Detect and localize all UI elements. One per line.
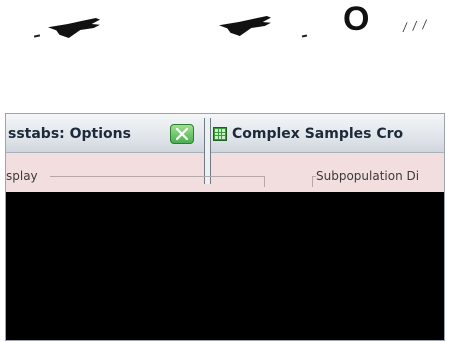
grid-table-icon [213,127,227,141]
subpopulation-group-label: Subpopulation Di [316,169,420,183]
small-dash-icon [301,34,308,38]
close-x-icon [175,127,189,141]
glue-bottle-icon [219,16,271,36]
window-divider [204,118,211,184]
small-dash-icon [33,34,41,38]
display-group-label: splay [6,169,40,183]
complex-samples-tab-label[interactable]: Complex Samples Cro [232,126,403,142]
letter-o-glyph: O [343,0,370,38]
redacted-region [6,192,444,340]
dots-glyph: ⁄ ⁄ ⁄ [403,17,429,35]
close-button[interactable] [170,124,194,144]
dialog-window-fragment: sstabs: Options Complex Samples Cro spla… [5,113,445,341]
glue-bottle-icon [48,18,100,38]
taskbar-strip: sstabs: Options Complex Samples Cro [6,114,444,153]
display-group-border [50,176,265,187]
top-icon-row: O ⁄ ⁄ ⁄ [0,0,465,60]
crosstabs-options-tab-label[interactable]: sstabs: Options [8,126,131,142]
